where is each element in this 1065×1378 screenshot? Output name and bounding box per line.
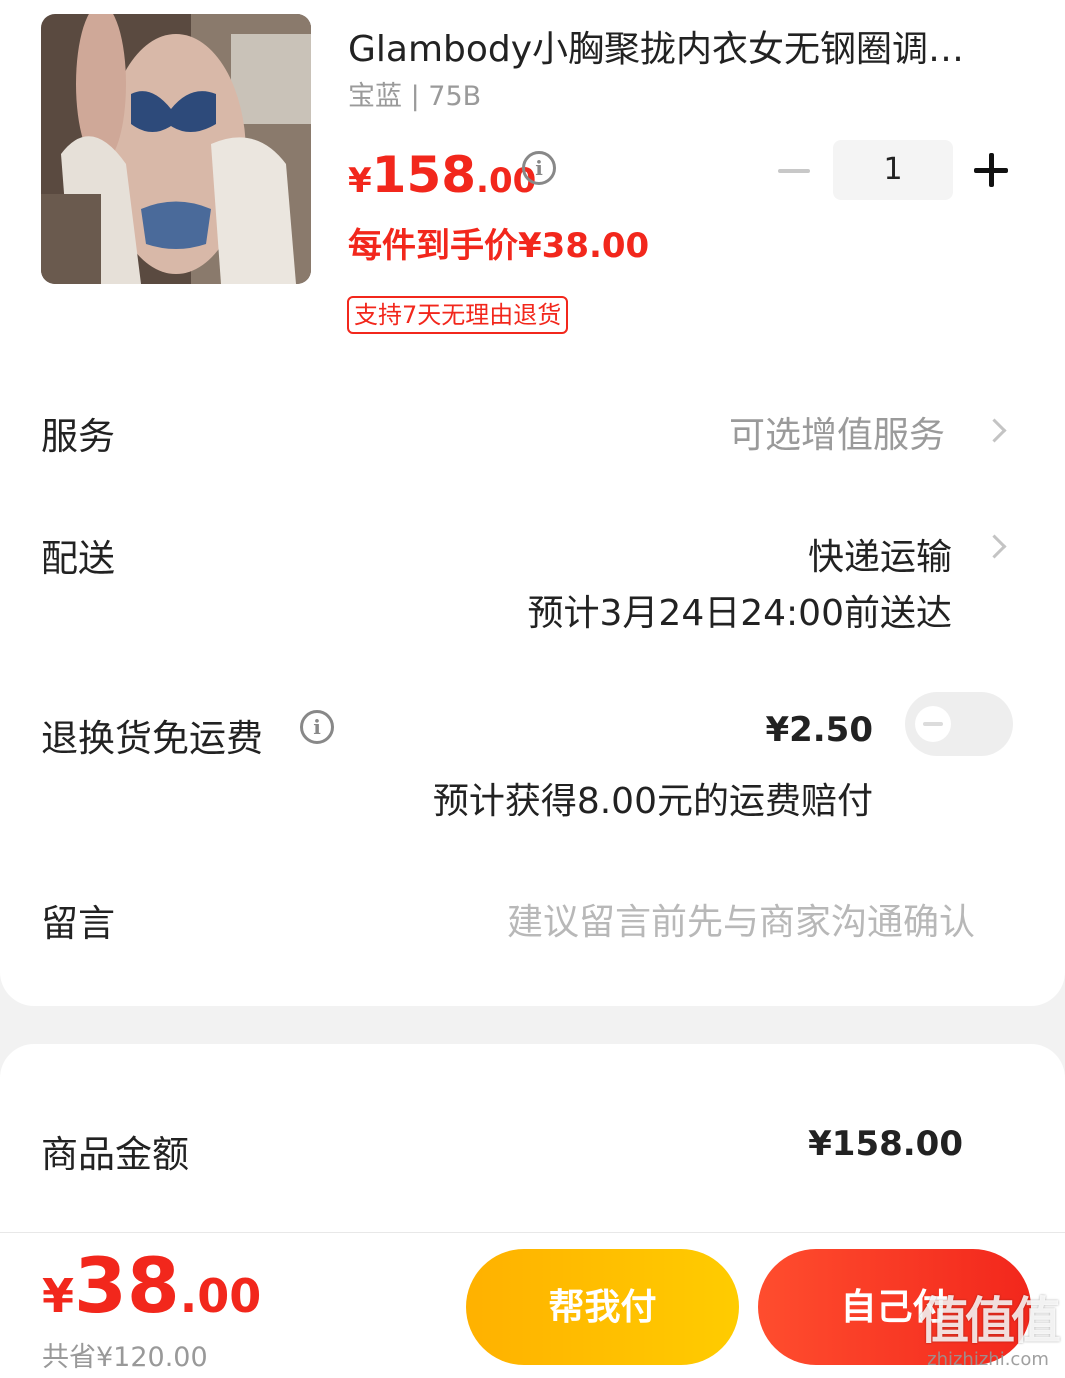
help-pay-button[interactable]: 帮我付 xyxy=(466,1249,739,1365)
price-integer: 158 xyxy=(371,146,477,204)
product-title[interactable]: Glambody小胸聚拢内衣女无钢圈调… xyxy=(348,20,1008,72)
total-price: ¥38.00 xyxy=(42,1241,261,1330)
checkout-bar: ¥38.00 共省¥120.00 帮我付 自己付 值值值 zhizhizhi.c… xyxy=(0,1232,1065,1378)
service-value[interactable]: 可选增值服务 xyxy=(729,406,945,458)
total-currency: ¥ xyxy=(42,1269,75,1323)
freight-label: 退换货免运费 xyxy=(41,717,263,760)
delivery-value[interactable]: 快递运输 xyxy=(808,528,952,580)
freight-insurance-toggle[interactable] xyxy=(905,692,1013,756)
quantity-input[interactable]: 1 xyxy=(833,140,953,200)
freight-info-icon[interactable]: i xyxy=(300,710,334,744)
message-label: 留言 xyxy=(41,902,115,945)
delivery-label: 配送 xyxy=(41,537,115,580)
freight-price: ¥2.50 xyxy=(765,710,873,750)
message-input[interactable]: 建议留言前先与商家沟通确认 xyxy=(507,893,975,945)
freight-compensation-note: 预计获得8.00元的运费赔付 xyxy=(432,781,873,822)
service-label: 服务 xyxy=(41,415,115,458)
price-currency: ¥ xyxy=(348,161,372,201)
delivery-chevron-icon[interactable] xyxy=(990,532,1006,562)
goods-amount-label: 商品金额 xyxy=(41,1133,189,1176)
total-decimal: .00 xyxy=(179,1269,262,1323)
total-integer: 38 xyxy=(74,1241,180,1330)
saved-amount: 共省¥120.00 xyxy=(42,1342,208,1373)
delivery-eta: 预计3月24日24:00前送达 xyxy=(527,593,952,634)
site-watermark: 值值值 zhizhizhi.com xyxy=(919,1281,1061,1370)
product-image[interactable] xyxy=(41,14,311,284)
quantity-increase-button[interactable] xyxy=(972,150,1012,190)
quantity-decrease-button[interactable] xyxy=(776,152,814,190)
service-chevron-icon[interactable] xyxy=(990,416,1006,446)
toggle-knob xyxy=(915,706,951,742)
deal-price: 每件到手价¥38.00 xyxy=(348,226,650,266)
goods-amount-value: ¥158.00 xyxy=(808,1124,963,1164)
watermark-text: zhizhizhi.com xyxy=(927,1349,1049,1370)
watermark-logo: 值值值 xyxy=(919,1292,1061,1350)
unit-price: ¥158.00 xyxy=(348,146,536,204)
product-photo xyxy=(41,14,311,284)
product-sku[interactable]: 宝蓝 | 75B xyxy=(348,74,481,113)
return-policy-badge: 支持7天无理由退货 xyxy=(347,296,569,334)
price-info-icon[interactable]: i xyxy=(522,151,556,185)
